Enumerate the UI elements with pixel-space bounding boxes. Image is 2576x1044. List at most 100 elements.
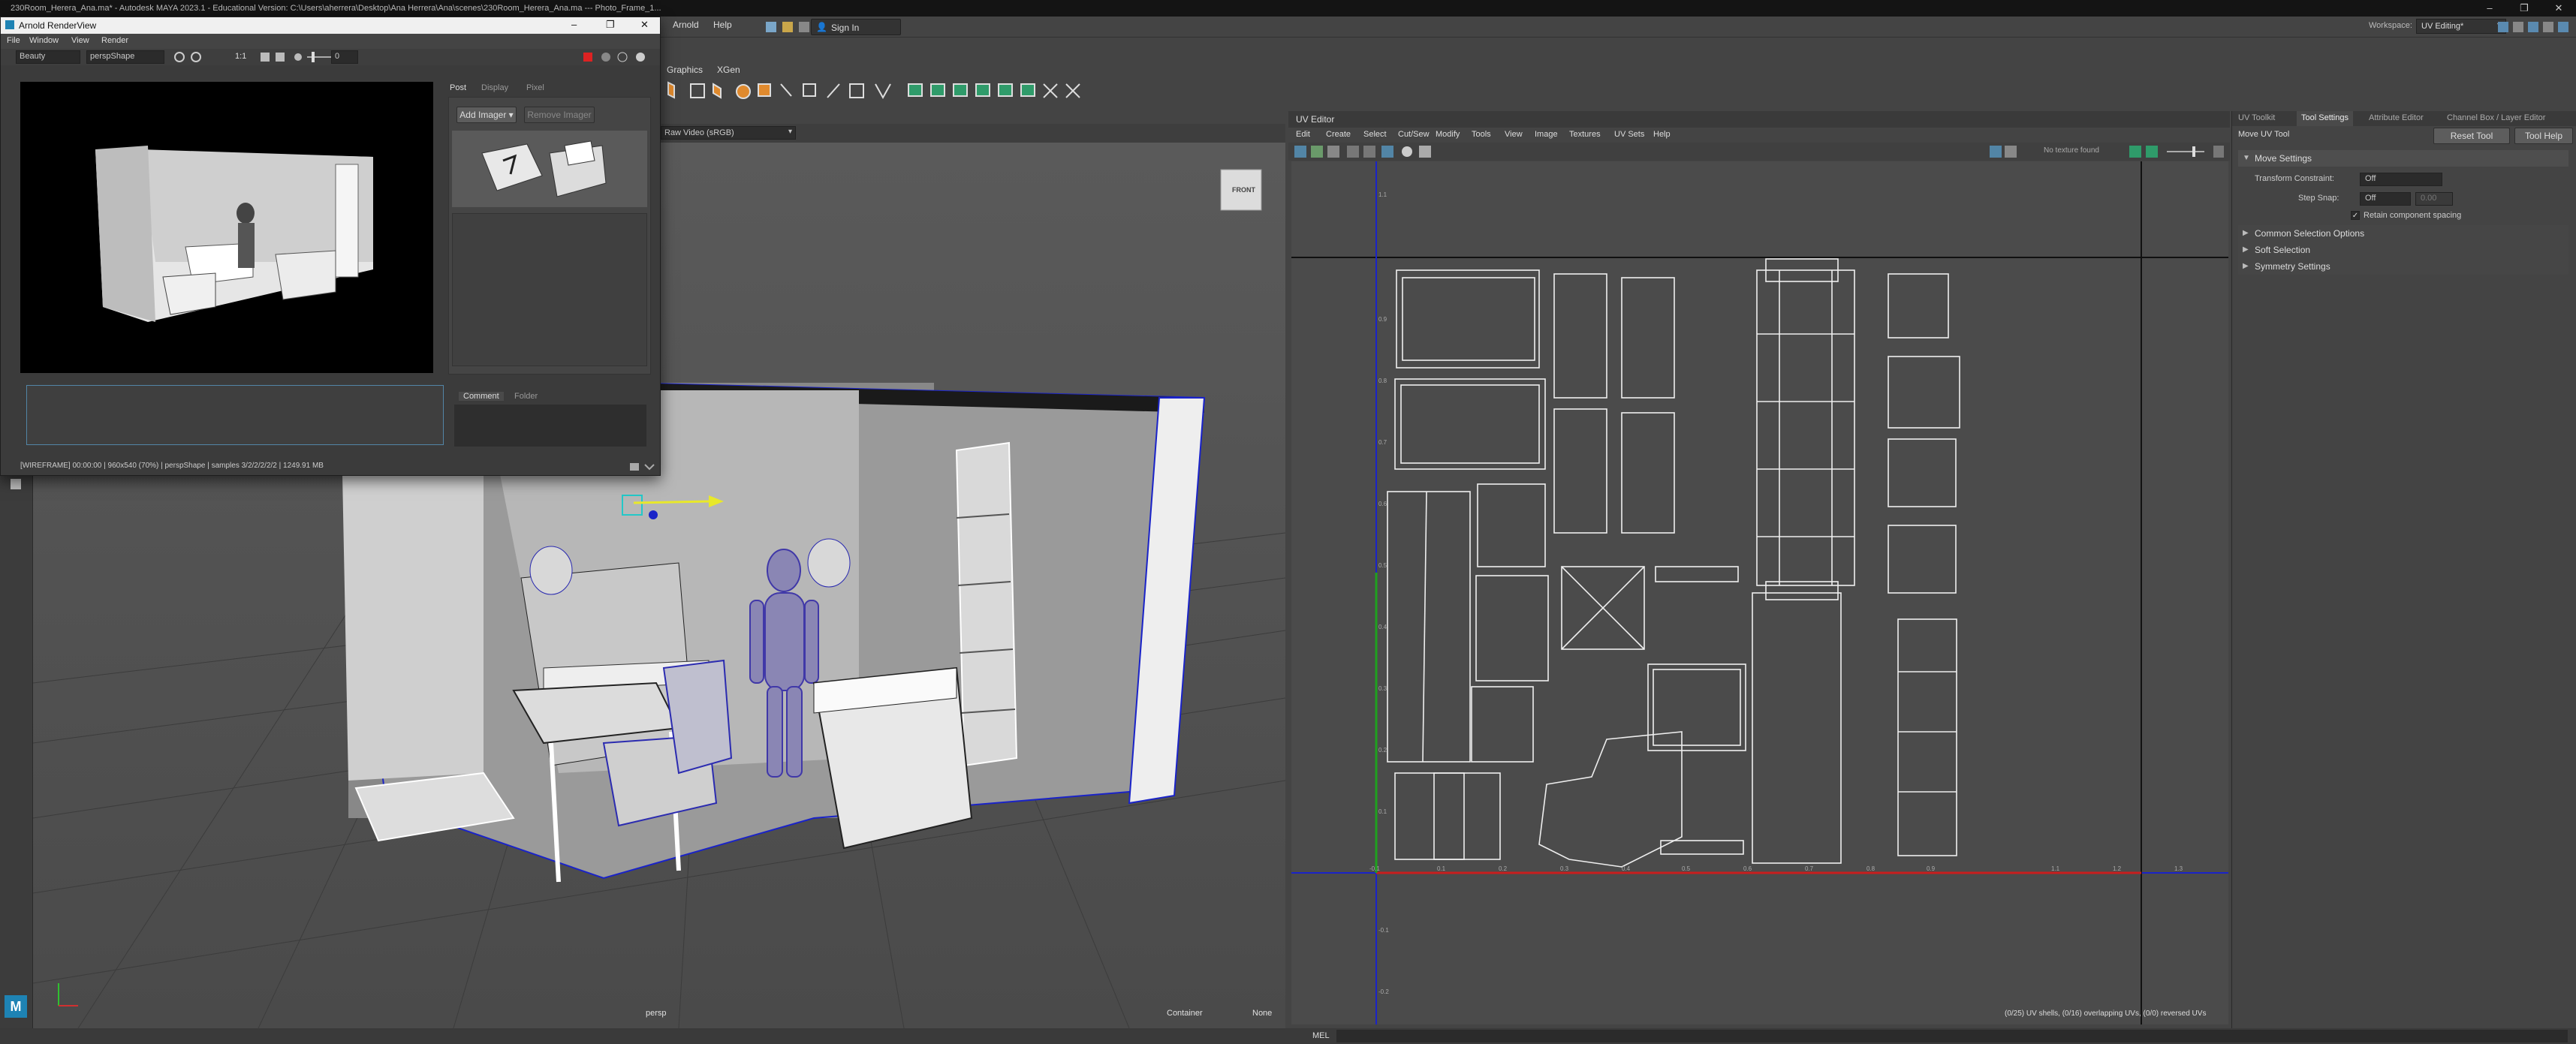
- camera-dropdown[interactable]: perspShape: [86, 50, 164, 64]
- add-imager-button[interactable]: Add Imager ▾: [456, 107, 517, 123]
- uv-menu-view[interactable]: View: [1505, 130, 1523, 139]
- tab-uv-toolkit[interactable]: UV Toolkit: [2238, 113, 2275, 122]
- arnold-logo-icon: [481, 140, 607, 197]
- triangle-right-icon: ▶: [2243, 262, 2249, 270]
- v-tick: 0.7: [1378, 439, 1387, 446]
- render-image[interactable]: [20, 82, 433, 373]
- minimize-button[interactable]: –: [2472, 0, 2507, 17]
- section-label: Soft Selection: [2255, 245, 2311, 255]
- uv-right-toolbar[interactable]: [2129, 145, 2227, 158]
- mel-label[interactable]: MEL: [1312, 1031, 1330, 1040]
- transform-constraint-dropdown[interactable]: Off: [2360, 173, 2442, 186]
- uv-menu-image[interactable]: Image: [1535, 130, 1558, 139]
- u-tick: 0.9: [1927, 865, 1936, 872]
- uv-menu-create[interactable]: Create: [1326, 130, 1351, 139]
- arnold-menu-view[interactable]: View: [71, 36, 89, 45]
- window-controls: – ❐ ✕: [2472, 0, 2576, 17]
- uv-menu-modify[interactable]: Modify: [1436, 130, 1460, 139]
- reset-tool-button[interactable]: Reset Tool: [2433, 128, 2510, 144]
- close-button[interactable]: ✕: [2541, 0, 2576, 17]
- tab-post[interactable]: Post: [450, 83, 466, 92]
- arnold-maximize-button[interactable]: ❐: [606, 19, 615, 31]
- exposure-field[interactable]: 0: [331, 50, 358, 64]
- triangle-down-icon: ▼: [2243, 154, 2250, 162]
- u-tick: 0.4: [1622, 865, 1631, 872]
- u-tick: 0.6: [1743, 865, 1752, 872]
- u-tick: 0.2: [1499, 865, 1508, 872]
- section-symmetry[interactable]: ▶ Symmetry Settings: [2238, 258, 2568, 275]
- ratio-label[interactable]: 1:1: [235, 52, 246, 61]
- status-icons[interactable]: [628, 462, 658, 472]
- command-input[interactable]: [1336, 1030, 2568, 1042]
- maya-logo-icon: M: [5, 995, 27, 1018]
- tab-pixel[interactable]: Pixel: [526, 83, 544, 92]
- uv-menu-textures[interactable]: Textures: [1569, 130, 1601, 139]
- arnold-menu-render[interactable]: Render: [101, 36, 128, 45]
- shelf-tab-graphics[interactable]: Graphics: [667, 65, 703, 75]
- tab-attribute-editor[interactable]: Attribute Editor: [2369, 113, 2424, 122]
- tool-name: Move UV Tool: [2238, 130, 2290, 139]
- retain-spacing-label: Retain component spacing: [2364, 211, 2462, 220]
- uv-editor-menubar: Edit Create Select Cut/Sew Modify Tools …: [1288, 128, 2230, 143]
- tab-tool-settings[interactable]: Tool Settings: [2297, 111, 2353, 126]
- render-controls-icons[interactable]: [173, 51, 233, 63]
- image-icons[interactable]: [1990, 145, 2020, 158]
- add-imager-label: Add Imager: [459, 110, 507, 120]
- section-common-selection[interactable]: ▶ Common Selection Options: [2238, 225, 2568, 242]
- viewcube-front-label[interactable]: FRONT: [1232, 186, 1255, 194]
- tab-display[interactable]: Display: [481, 83, 508, 92]
- uv-menu-select[interactable]: Select: [1363, 130, 1387, 139]
- retain-spacing-checkbox[interactable]: ✓: [2351, 211, 2360, 220]
- uv-toolbar-icons[interactable]: [1294, 145, 1460, 158]
- uv-menu-edit[interactable]: Edit: [1296, 130, 1310, 139]
- transform-constraint-value: Off: [2365, 174, 2376, 183]
- section-move-settings[interactable]: ▼ Move Settings: [2238, 150, 2568, 167]
- uv-menu-cutsew[interactable]: Cut/Sew: [1398, 130, 1430, 139]
- v-tick: 0.8: [1378, 378, 1387, 384]
- window-title: 230Room_Herera_Ana.ma* - Autodesk MAYA 2…: [11, 4, 661, 13]
- arnold-side-panel: Post Display Pixel Add Imager ▾ Remove I…: [444, 82, 658, 376]
- section-soft-selection[interactable]: ▶ Soft Selection: [2238, 242, 2568, 258]
- step-snap-value: Off: [2365, 194, 2376, 203]
- triangle-right-icon: ▶: [2243, 245, 2249, 254]
- arnold-menu-file[interactable]: File: [7, 36, 20, 45]
- tool-help-button[interactable]: Tool Help: [2514, 128, 2573, 144]
- uv-menu-tools[interactable]: Tools: [1472, 130, 1491, 139]
- uv-menu-uvsets[interactable]: UV Sets: [1614, 130, 1644, 139]
- sign-in-label: Sign In: [831, 23, 860, 33]
- layout-icons[interactable]: [2496, 20, 2571, 36]
- step-snap-amount-field[interactable]: 0.00: [2415, 192, 2453, 206]
- menu-help[interactable]: Help: [713, 20, 732, 30]
- arnold-close-button[interactable]: ✕: [640, 19, 649, 31]
- v-tick: 0.5: [1378, 562, 1387, 569]
- uv-menu-help[interactable]: Help: [1653, 130, 1671, 139]
- arnold-menu-window[interactable]: Window: [29, 36, 59, 45]
- aov-dropdown[interactable]: Beauty: [16, 50, 80, 64]
- sign-in-button[interactable]: 👤 Sign In: [811, 19, 901, 35]
- tab-comment[interactable]: Comment: [459, 392, 504, 401]
- u-tick: 0.7: [1805, 865, 1814, 872]
- imager-preview: [452, 131, 647, 207]
- status-line-icons: [766, 20, 826, 35]
- color-space-dropdown[interactable]: Raw Video (sRGB) ▾: [661, 126, 796, 140]
- uv-canvas[interactable]: -0.1 0.1 0.2 0.3 0.4 0.5 0.6 0.7 0.8 0.9…: [1291, 161, 2228, 1024]
- render-status: [WIREFRAME] 00:00:00 | 960x540 (70%) | p…: [20, 462, 324, 470]
- menu-arnold[interactable]: Arnold: [673, 20, 699, 30]
- v-tick: -0.2: [1378, 988, 1389, 995]
- workspace-dropdown[interactable]: UV Editing* ▾: [2416, 19, 2506, 34]
- shelf-tab-xgen[interactable]: XGen: [717, 65, 740, 75]
- comment-input[interactable]: [454, 405, 646, 447]
- tab-folder[interactable]: Folder: [514, 392, 538, 401]
- maximize-button[interactable]: ❐: [2507, 0, 2541, 17]
- section-label: Move Settings: [2255, 153, 2312, 164]
- u-tick: 1.1: [2051, 865, 2060, 872]
- tab-channel-box[interactable]: Channel Box / Layer Editor: [2447, 113, 2545, 122]
- render-log-area[interactable]: [26, 385, 444, 445]
- none-label: None: [1252, 1009, 1273, 1018]
- remove-imager-button[interactable]: Remove Imager: [524, 107, 595, 123]
- shelf-tool-icons[interactable]: [661, 77, 1261, 107]
- step-snap-dropdown[interactable]: Off: [2360, 192, 2411, 206]
- workspace-label: Workspace:: [2369, 21, 2412, 30]
- arnold-minimize-button[interactable]: –: [571, 19, 577, 30]
- arnold-right-icons[interactable]: [579, 51, 654, 63]
